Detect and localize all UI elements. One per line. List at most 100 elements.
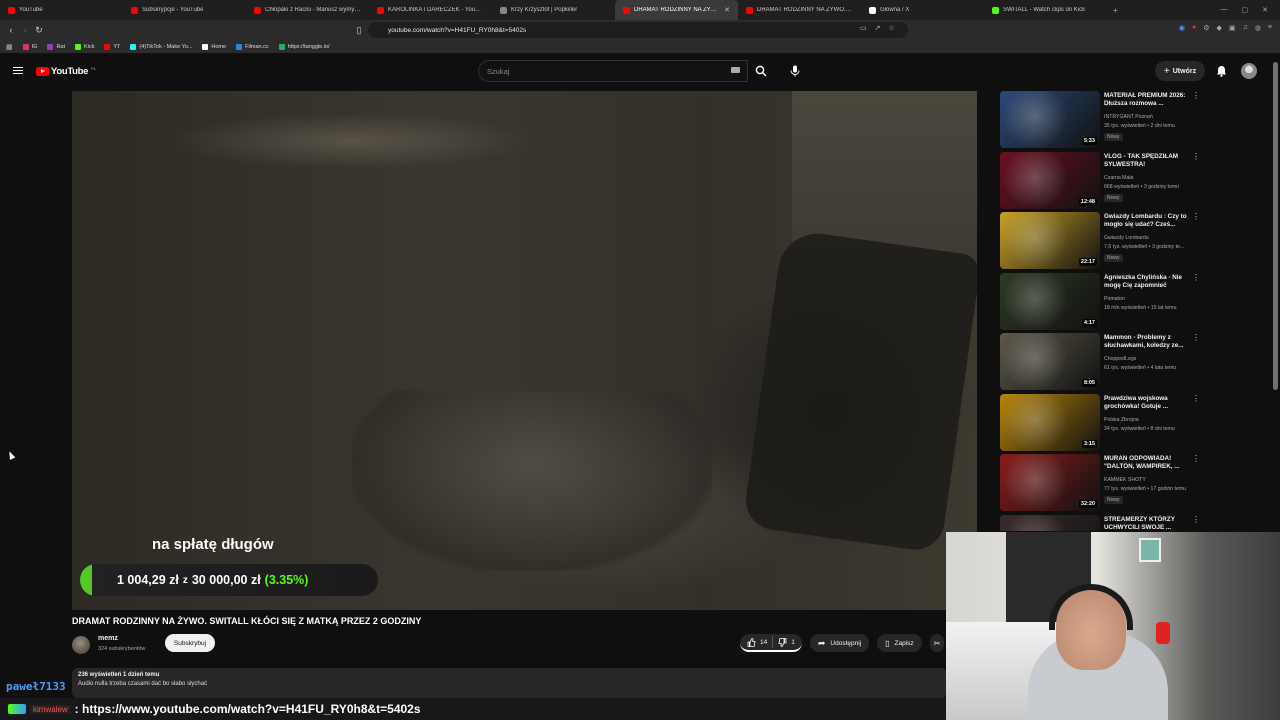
browser-tab[interactable]: DRAMAT RODZINNY NA ŻYWO... ✕ <box>615 0 738 20</box>
video-thumbnail[interactable]: 32:20 <box>1000 454 1100 511</box>
page-scrollbar[interactable] <box>1273 62 1278 390</box>
recommended-video[interactable]: 3:15 Prawdziwa wojskowa grochówka! Gotuje… <box>1000 393 1205 452</box>
account-avatar[interactable] <box>1241 63 1257 79</box>
bookmark-item[interactable]: https://tanggle.io/ <box>278 43 330 50</box>
puzzle-icon[interactable]: ▣ <box>1229 24 1236 32</box>
video-thumbnail[interactable]: 8:05 <box>1000 333 1100 390</box>
keyboard-icon[interactable] <box>731 67 740 73</box>
browser-tab[interactable]: SWITALL - Watch clips on Kick <box>984 0 1107 20</box>
extension-icon[interactable]: ◉ <box>1179 24 1185 32</box>
youtube-logo[interactable]: YouTube PL <box>36 66 96 77</box>
video-thumbnail[interactable]: 12:48 <box>1000 151 1100 209</box>
browser-tab[interactable]: Subskrypcje - YouTube <box>123 0 246 20</box>
recommended-title[interactable]: MURAN ODPOWIADA! "DALTON, WAMPIREK, ... <box>1104 455 1190 471</box>
more-icon[interactable]: ⋮ <box>1192 152 1200 161</box>
recommended-video[interactable]: 12:48 VLOG - TAK SPĘDZIŁAM SYLWESTRA! Czar… <box>1000 151 1205 210</box>
video-thumbnail[interactable]: 4:17 <box>1000 272 1100 330</box>
star-icon[interactable]: ☆ <box>889 24 895 32</box>
recommended-title[interactable]: STREAMERZY KTÓRZY UCHWYCILI SWOJE ... <box>1104 516 1190 532</box>
bookmark-item[interactable]: Rat <box>47 43 65 50</box>
more-icon[interactable]: ⋮ <box>1192 455 1200 463</box>
minimize-icon[interactable]: — <box>1221 6 1228 14</box>
video-player[interactable] <box>72 91 977 610</box>
bookmark-item[interactable]: IG <box>22 43 37 50</box>
video-description[interactable]: 236 wyświetleń 1 dzień temu Audio nulla … <box>72 668 947 698</box>
recommended-title[interactable]: MATERIAŁ PREMIUM 2026: Dłuższa rozmowa .… <box>1104 92 1190 108</box>
recommended-video[interactable]: STREAMERZY KTÓRZY UCHWYCILI SWOJE ... ⋮ <box>1000 514 1205 532</box>
menu-icon[interactable] <box>13 65 23 75</box>
browser-tab[interactable]: Główna / X <box>861 0 984 20</box>
channel-avatar[interactable] <box>72 636 90 654</box>
bookmark-item[interactable]: Kick <box>75 43 94 50</box>
recommended-video[interactable]: 22:17 Gwiazdy Lombardu : Czy to mogło się… <box>1000 212 1205 270</box>
extension-icon[interactable]: ◆ <box>1217 24 1222 32</box>
video-thumbnail[interactable] <box>1000 514 1100 531</box>
notifications-button[interactable] <box>1213 63 1229 79</box>
search-button[interactable] <box>750 60 772 82</box>
browser-tab[interactable]: Krzy Krzysztof | Popkiller <box>492 0 615 20</box>
recommended-title[interactable]: Agnieszka Chylińska - Nie mogę Cię zapom… <box>1104 274 1190 290</box>
recommended-channel[interactable]: Polska Zbrojna <box>1104 417 1139 423</box>
media-icon[interactable]: ♫ <box>1243 24 1248 32</box>
chat-message-text: : https://www.youtube.com/watch?v=H41FU_… <box>74 702 421 716</box>
recommended-title[interactable]: Mammon - Problemy z słuchawkami, koledzy… <box>1104 334 1190 350</box>
channel-name[interactable]: memz <box>98 635 118 642</box>
recommended-channel[interactable]: ChoppedLegs <box>1104 356 1136 362</box>
create-button[interactable]: + Utwórz <box>1155 61 1205 81</box>
subscribe-button[interactable]: Subskrybuj <box>165 634 215 652</box>
bookmark-item[interactable]: Home <box>202 43 226 50</box>
recommended-channel[interactable]: Czarna Mała <box>1104 175 1133 181</box>
clip-button[interactable]: ✂ <box>929 634 945 652</box>
recommended-title[interactable]: Prawdziwa wojskowa grochówka! Gotuje ... <box>1104 395 1190 411</box>
new-tab-icon[interactable]: + <box>1113 6 1118 15</box>
back-icon[interactable]: ‹ <box>4 25 18 35</box>
recommended-channel[interactable]: INTRYGANT Poznań <box>1104 114 1153 120</box>
more-icon[interactable]: ⋮ <box>1192 334 1200 342</box>
forward-icon[interactable]: › <box>18 25 32 35</box>
close-tab-icon[interactable]: ✕ <box>724 6 730 14</box>
video-thumbnail[interactable]: 5:33 <box>1000 91 1100 148</box>
maximize-icon[interactable]: ▢ <box>1242 6 1249 14</box>
browser-menu-icon[interactable]: ≡ <box>1268 24 1272 32</box>
browser-tab[interactable]: Chłopaki z Racisi - Mariusz wymyślił... <box>246 0 369 20</box>
recommended-channel[interactable]: Gwiazdy Lombardu <box>1104 235 1149 241</box>
share-page-icon[interactable]: ↗ <box>875 24 881 32</box>
more-icon[interactable]: ⋮ <box>1192 515 1200 524</box>
recommended-channel[interactable]: Pomaton <box>1104 296 1125 302</box>
search-input[interactable]: Szukaj <box>478 60 748 82</box>
more-icon[interactable]: ⋮ <box>1192 273 1200 282</box>
recommended-video[interactable]: 5:33 MATERIAŁ PREMIUM 2026: Dłuższa rozmo… <box>1000 91 1205 149</box>
address-bar[interactable]: youtube.com/watch?v=H41FU_RY0h8&t=5402s <box>368 22 908 38</box>
browser-tab[interactable]: DRAMAT RODZINNY NA ŻYWO. SWI... <box>738 0 861 20</box>
bookmark-item[interactable]: Filman.cc <box>236 43 269 50</box>
recommended-title[interactable]: VLOG - TAK SPĘDZIŁAM SYLWESTRA! <box>1104 153 1190 169</box>
like-button[interactable]: 14 <box>747 637 767 647</box>
extension-icon[interactable]: ● <box>1192 24 1196 32</box>
recommended-video[interactable]: 4:17 Agnieszka Chylińska - Nie mogę Cię z… <box>1000 272 1205 331</box>
new-badge: Nowy <box>1104 496 1123 504</box>
recommended-video[interactable]: 8:05 Mammon - Problemy z słuchawkami, kol… <box>1000 333 1205 391</box>
bookmark-item[interactable]: YT <box>104 43 120 50</box>
cast-icon[interactable]: ▭ <box>860 24 867 32</box>
recommended-title[interactable]: Gwiazdy Lombardu : Czy to mogło się udać… <box>1104 213 1190 229</box>
bookmark-item[interactable]: (4)TikTok - Make Yo... <box>130 43 192 50</box>
video-thumbnail[interactable]: 3:15 <box>1000 393 1100 451</box>
close-window-icon[interactable]: ✕ <box>1262 6 1268 14</box>
recommended-video[interactable]: 32:20 MURAN ODPOWIADA! "DALTON, WAMPIREK,… <box>1000 454 1205 512</box>
recommended-channel[interactable]: KAMMEK SHOTY <box>1104 477 1146 483</box>
apps-icon[interactable]: ▦ <box>6 43 13 51</box>
video-thumbnail[interactable]: 22:17 <box>1000 212 1100 269</box>
bookmark-icon[interactable]: ▯ <box>352 25 366 36</box>
share-button[interactable]: ➦ Udostępnij <box>809 634 870 652</box>
profile-icon[interactable]: ◍ <box>1255 24 1261 32</box>
more-icon[interactable]: ⋮ <box>1192 213 1200 221</box>
reload-icon[interactable]: ↻ <box>32 25 46 36</box>
extension-icon[interactable]: ⚙ <box>1203 24 1209 32</box>
voice-search-button[interactable] <box>784 60 806 82</box>
more-icon[interactable]: ⋮ <box>1192 394 1200 403</box>
browser-tab[interactable]: KAROLINKA I DARECZEK - YouTube <box>369 0 492 20</box>
dislike-button[interactable]: 1 <box>778 637 795 647</box>
more-icon[interactable]: ⋮ <box>1192 92 1200 100</box>
browser-tab[interactable]: YouTube <box>0 0 123 20</box>
save-button[interactable]: ▯ Zapisz <box>877 634 922 652</box>
